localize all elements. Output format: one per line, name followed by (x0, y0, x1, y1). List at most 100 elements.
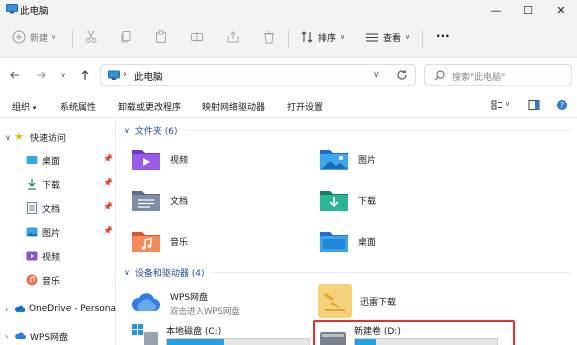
folders-group-header[interactable]: ∨ 文件夹 (6) (124, 124, 177, 137)
devices-group-header[interactable]: ∨ 设备和驱动器 (4) (124, 266, 204, 279)
drive-local-c[interactable]: 本地磁盘 (C:) (130, 320, 320, 345)
copy-button[interactable] (119, 30, 133, 44)
folder-videos[interactable]: 视频 (130, 140, 320, 178)
address-dropdown-icon[interactable]: ∨ (373, 70, 380, 80)
command-toolbar: 新建 ∨ 排序 ∨ 查看 ∨ ··· (0, 20, 577, 58)
folder-documents[interactable]: 文档 (130, 181, 320, 219)
sidebar-item-label: 桌面 (42, 156, 61, 167)
maximize-button[interactable]: ☐ (512, 0, 544, 20)
arrow-left-icon (10, 71, 19, 79)
drive-subtitle: 双击进入WPS网盘 (170, 306, 240, 317)
chevron-down-icon: ∨ (51, 33, 57, 41)
forward-button[interactable] (34, 68, 48, 82)
chevron-right-icon[interactable]: › (5, 305, 14, 314)
sidebar-item-label: 视频 (42, 252, 61, 263)
new-label: 新建 (30, 33, 49, 44)
new-button[interactable]: 新建 ∨ (12, 30, 56, 44)
sort-button[interactable]: 排序 ∨ (300, 30, 345, 44)
svg-text:?: ? (560, 101, 564, 110)
address-bar[interactable]: › 此电脑 ∨ (100, 64, 416, 86)
cloud-icon (15, 332, 26, 339)
sidebar-item-documents[interactable]: 文档 📌 (0, 199, 116, 217)
group-divider (187, 130, 571, 131)
sidebar-item-videos[interactable]: 视频 (0, 247, 116, 265)
view-button[interactable]: 查看 ∨ (365, 30, 410, 44)
cloud-icon (14, 305, 25, 312)
secondary-command-bar: 组织 ▾ 系统属性 卸载或更改程序 映射网络驱动器 打开设置 ∨ ? (0, 92, 577, 118)
drive-xunlei[interactable]: 迅雷下载 (318, 282, 498, 320)
star-icon: ★ (14, 130, 24, 143)
folder-pictures[interactable]: 图片 (318, 140, 508, 178)
map-network-drive-button[interactable]: 映射网络驱动器 (202, 100, 265, 113)
help-icon[interactable]: ? (556, 99, 568, 111)
drive-usage-fill (167, 339, 224, 345)
up-button[interactable] (78, 68, 92, 82)
window-title: 此电脑 (20, 6, 49, 17)
sidebar-item-onedrive[interactable]: › OneDrive - Persona (0, 300, 116, 318)
drive-label: WPS网盘 (170, 292, 209, 303)
recent-locations-button[interactable]: ∨ (56, 68, 70, 82)
sidebar-item-label: WPS网盘 (30, 332, 69, 343)
document-icon (27, 202, 37, 214)
system-properties-button[interactable]: 系统属性 (60, 100, 96, 113)
folder-desktop[interactable]: 桌面 (318, 222, 508, 260)
uninstall-programs-button[interactable]: 卸载或更改程序 (118, 100, 181, 113)
back-button[interactable] (8, 68, 22, 82)
desktop-icon (26, 156, 38, 164)
chevron-down-icon: ∨ (340, 33, 346, 41)
sidebar-item-wps[interactable]: › WPS网盘 (0, 327, 116, 345)
breadcrumb-current[interactable]: 此电脑 (134, 69, 163, 83)
sidebar-item-quick-access[interactable]: ∨ ★ 快速访问 (0, 128, 116, 146)
organize-label: 组织 (12, 103, 31, 113)
group-title: 文件夹 (6) (134, 127, 178, 137)
organize-menu[interactable]: 组织 ▾ (12, 100, 36, 113)
downloads-folder-icon (320, 191, 348, 211)
cut-button[interactable] (84, 30, 98, 44)
chevron-down-icon[interactable]: ∨ (124, 268, 130, 277)
sidebar-item-label: 下载 (42, 180, 61, 191)
pin-icon: 📌 (103, 178, 113, 187)
sidebar-item-desktop[interactable]: 桌面 📌 (0, 151, 116, 169)
picture-icon (26, 227, 38, 237)
toolbar-divider (422, 30, 423, 48)
close-button[interactable]: ✕ (545, 0, 577, 20)
arrow-right-icon (37, 71, 46, 79)
drive-wps-cloud[interactable]: WPS网盘 双击进入WPS网盘 (130, 284, 310, 322)
sidebar-item-label: 图片 (42, 228, 61, 239)
search-box[interactable]: 搜索"此电脑" (424, 64, 572, 86)
layout-options-icon[interactable] (491, 99, 503, 111)
plus-circle-icon (12, 30, 26, 44)
open-settings-button[interactable]: 打开设置 (287, 100, 323, 113)
sidebar-item-downloads[interactable]: 下载 📌 (0, 175, 116, 193)
chevron-down-icon[interactable]: ∨ (5, 133, 14, 142)
sidebar-item-pictures[interactable]: 图片 📌 (0, 223, 116, 241)
sidebar-item-label: OneDrive - Persona (28, 304, 116, 314)
rename-button[interactable] (190, 30, 204, 44)
wps-cloud-icon (131, 293, 160, 311)
view-grid-icon (366, 33, 378, 42)
folder-music[interactable]: 音乐 (130, 222, 320, 260)
minimize-button[interactable]: — (480, 0, 512, 20)
refresh-icon[interactable] (396, 69, 408, 81)
sidebar-item-music[interactable]: 音乐 (0, 271, 116, 289)
share-icon (227, 31, 239, 43)
more-options-button[interactable]: ··· (436, 29, 450, 43)
drive-label: 迅雷下载 (360, 297, 397, 308)
chevron-down-icon[interactable]: ∨ (505, 100, 510, 108)
sidebar-item-label: 快速访问 (30, 133, 67, 144)
chevron-right-icon[interactable]: › (5, 332, 14, 341)
music-folder-icon (132, 232, 160, 252)
preview-pane-icon[interactable] (528, 99, 540, 111)
paste-button[interactable] (154, 30, 168, 44)
desktop-folder-icon (320, 232, 348, 252)
chevron-down-icon: ∨ (405, 33, 411, 41)
folder-label: 文档 (170, 196, 189, 207)
delete-button[interactable] (262, 30, 276, 44)
pictures-folder-icon (320, 150, 348, 170)
highlight-box (313, 320, 515, 345)
pin-icon: 📌 (103, 154, 113, 163)
share-button[interactable] (226, 30, 240, 44)
computer-icon (6, 4, 18, 14)
chevron-down-icon[interactable]: ∨ (124, 126, 130, 135)
folder-downloads[interactable]: 下载 (318, 181, 508, 219)
